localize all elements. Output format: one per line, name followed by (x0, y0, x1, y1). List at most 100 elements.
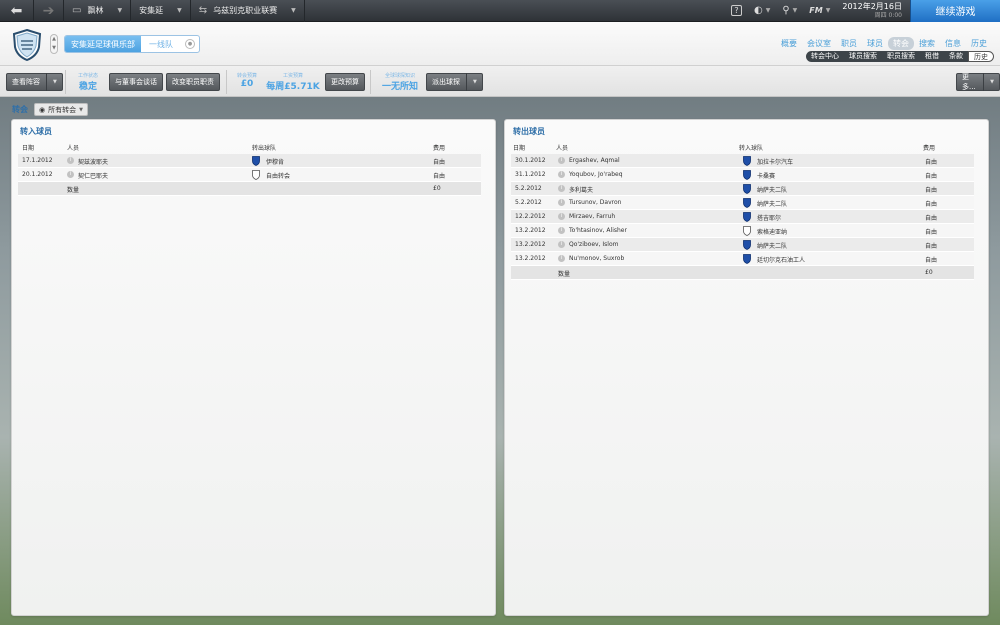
table-row[interactable]: 31.1.2012 i Yoqubov, Jo'rabeq 卡桑赛 自由 (511, 168, 974, 182)
change-budget-button[interactable]: 更改预算 (325, 73, 365, 91)
team-name[interactable]: 一线队 (141, 39, 181, 50)
team-crest-icon (743, 254, 751, 264)
sub-nav-item[interactable]: 条款 (944, 51, 968, 62)
manager-menu[interactable]: ▭ 飘林 ▼ (64, 0, 132, 22)
club-name[interactable]: 安集延足球俱乐部 (65, 36, 141, 52)
total-label: 数量 (558, 271, 571, 278)
nav-item[interactable]: 会议室 (802, 37, 836, 50)
sub-nav-item[interactable]: 职员搜索 (882, 51, 920, 62)
send-scout-button[interactable]: 派出球探 ▼ (426, 73, 483, 91)
main-nav: 概要 会议室 职员 球员 转会 搜索 信息 历史 (776, 37, 992, 50)
nav-item[interactable]: 职员 (836, 37, 862, 50)
table-row[interactable]: 20.1.2012 i 契仁巴耶夫 自由转会 自由 (18, 168, 481, 182)
nav-item[interactable]: 转会 (888, 37, 914, 50)
row-team[interactable]: 伊穆肯 (266, 157, 284, 166)
row-team[interactable]: 纳萨夫二队 (757, 241, 787, 250)
club-stepper[interactable]: ▲ ▼ (50, 34, 58, 54)
column-team[interactable]: 转出球队 (252, 143, 276, 152)
row-person[interactable]: Qo'ziboev, Islom (569, 241, 618, 248)
info-icon[interactable]: i (558, 157, 565, 164)
row-team[interactable]: 索格迪亚纳 (757, 227, 787, 236)
row-date: 5.2.2012 (515, 185, 542, 192)
column-person[interactable]: 人员 (67, 143, 79, 152)
column-fee[interactable]: 费用 (923, 143, 935, 152)
table-row[interactable]: 13.2.2012 i Nu'monov, Suxrob 廷切尔克石油工人 自由 (511, 252, 974, 266)
table-row[interactable]: 30.1.2012 i Ergashev, Aqmal 加拉卡尔汽车 自由 (511, 154, 974, 168)
search-button[interactable]: ⚲ ▼ (776, 0, 803, 22)
row-team[interactable]: 加拉卡尔汽车 (757, 157, 793, 166)
row-team[interactable]: 搭吉耶尔 (757, 213, 781, 222)
chevron-down-icon: ▼ (53, 79, 57, 85)
world-button[interactable]: ◐ ▼ (748, 0, 776, 22)
info-icon[interactable]: i (558, 241, 565, 248)
row-person[interactable]: Nu'monov, Suxrob (569, 255, 624, 262)
row-person[interactable]: 契仁巴耶夫 (78, 171, 108, 180)
club-selector[interactable]: 安集延足球俱乐部 一线队 ● (64, 35, 200, 53)
row-person[interactable]: 契兹波耶夫 (78, 157, 108, 166)
column-fee[interactable]: 费用 (433, 143, 445, 152)
row-fee: 自由 (925, 201, 938, 208)
info-icon[interactable]: i (558, 199, 565, 206)
competition-menu[interactable]: ⇆ 乌兹别克职业联赛 ▼ (191, 0, 305, 22)
info-icon[interactable]: i (558, 227, 565, 234)
sub-nav-item[interactable]: 历史 (968, 51, 994, 62)
table-row[interactable]: 13.2.2012 i To'htasinov, Alisher 索格迪亚纳 自由 (511, 224, 974, 238)
globe-icon: ◐ (753, 5, 763, 16)
total-row: 数量 £0 (511, 266, 974, 280)
info-icon[interactable]: i (67, 171, 74, 178)
table-row[interactable]: 12.2.2012 i Mirzaev, Farruh 搭吉耶尔 自由 (511, 210, 974, 224)
info-icon[interactable]: i (558, 171, 565, 178)
nav-item[interactable]: 历史 (966, 37, 992, 50)
row-team[interactable]: 纳萨夫二队 (757, 199, 787, 208)
back-button[interactable]: ⬅ (0, 0, 34, 22)
continue-button[interactable]: 继续游戏 (910, 0, 1000, 22)
table-row[interactable]: 17.1.2012 i 契兹波耶夫 伊穆肯 自由 (18, 154, 481, 168)
row-person[interactable]: Tursunov, Davron (569, 199, 621, 206)
sub-nav-item[interactable]: 转会中心 (806, 51, 844, 62)
view-squad-button[interactable]: 查看阵容 ▼ (6, 73, 63, 91)
change-staff-button[interactable]: 改变职员职责 (166, 73, 220, 91)
chevron-down-icon: ▼ (825, 7, 831, 14)
talk-board-button[interactable]: 与董事会谈话 (109, 73, 163, 91)
nav-item[interactable]: 信息 (940, 37, 966, 50)
column-date[interactable]: 日期 (22, 143, 34, 152)
row-team[interactable]: 自由转会 (266, 171, 290, 180)
table-row[interactable]: 13.2.2012 i Qo'ziboev, Islom 纳萨夫二队 自由 (511, 238, 974, 252)
table-row[interactable]: 5.2.2012 i 多利葛夫 纳萨夫二队 自由 (511, 182, 974, 196)
row-person[interactable]: To'htasinov, Alisher (569, 227, 627, 234)
transfers-in-list: 17.1.2012 i 契兹波耶夫 伊穆肯 自由 20.1.2012 i 契仁巴耶夫 自由转会自… (18, 154, 481, 196)
nav-item[interactable]: 球员 (862, 37, 888, 50)
transfer-filter-dropdown[interactable]: ◉ 所有转会 ▼ (34, 103, 88, 116)
row-person[interactable]: Yoqubov, Jo'rabeq (569, 171, 623, 178)
row-team[interactable]: 卡桑赛 (757, 171, 775, 180)
table-row[interactable]: 5.2.2012 i Tursunov, Davron 纳萨夫二队 自由 (511, 196, 974, 210)
sub-nav-item[interactable]: 租借 (920, 51, 944, 62)
column-team[interactable]: 转入球队 (739, 143, 763, 152)
info-icon[interactable]: i (67, 157, 74, 164)
info-icon[interactable]: i (558, 213, 565, 220)
team-crest-icon (743, 240, 751, 250)
club-menu[interactable]: 安集延 ▼ (131, 0, 191, 22)
row-person[interactable]: 多利葛夫 (569, 185, 593, 194)
info-icon[interactable]: i (558, 185, 565, 192)
row-team[interactable]: 廷切尔克石油工人 (757, 255, 805, 264)
fm-logo-icon: FM (809, 6, 823, 15)
sub-nav-item[interactable]: 球员搜索 (844, 51, 882, 62)
forward-button[interactable]: ➔ (34, 0, 64, 22)
column-date[interactable]: 日期 (513, 143, 525, 152)
options-icon[interactable]: ● (185, 39, 195, 49)
more-button[interactable]: 更多... ▼ (956, 73, 1000, 91)
nav-item[interactable]: 搜索 (914, 37, 940, 50)
transfer-budget: 转会预算 £0 (232, 72, 262, 89)
fm-menu-button[interactable]: FM ▼ (803, 0, 836, 22)
game-date[interactable]: 2012年2月16日 周四 0:00 (836, 2, 906, 20)
nav-item[interactable]: 概要 (776, 37, 802, 50)
info-icon[interactable]: i (558, 255, 565, 262)
time-label: 周四 0:00 (874, 11, 902, 19)
help-button[interactable]: ? (725, 0, 748, 22)
column-person[interactable]: 人员 (556, 143, 568, 152)
page-title: 转会 (12, 105, 28, 114)
row-team[interactable]: 纳萨夫二队 (757, 185, 787, 194)
row-person[interactable]: Mirzaev, Farruh (569, 213, 615, 220)
row-person[interactable]: Ergashev, Aqmal (569, 157, 620, 164)
